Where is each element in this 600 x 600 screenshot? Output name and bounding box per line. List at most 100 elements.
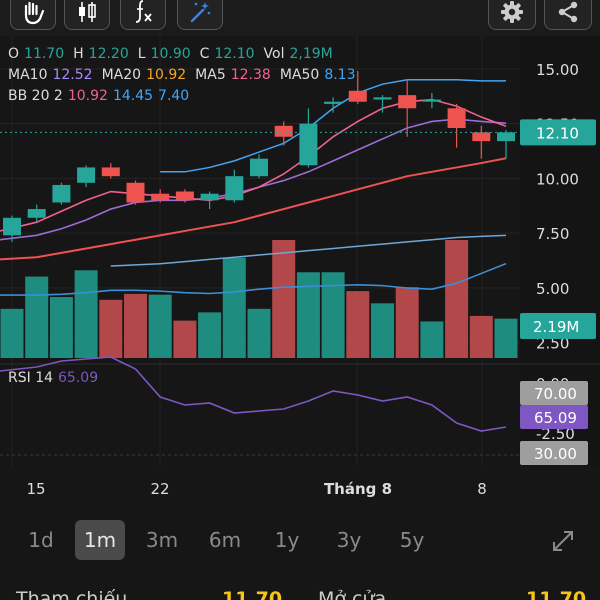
rsi-30-tag-text: 30.00 (534, 445, 577, 463)
volume-bar (148, 294, 172, 358)
bb-legend: BB 20 2 10.92 14.45 7.40 (8, 88, 194, 104)
volume-label: Vol (263, 46, 285, 62)
magic-wand-icon (190, 2, 211, 23)
volume-bar (469, 315, 493, 358)
bb-mid-value: 10.92 (67, 88, 108, 104)
volume-bar (74, 270, 98, 358)
candle-body (447, 108, 466, 128)
volume-bar (173, 320, 197, 358)
stock-chart[interactable]: 15.0012.5010.007.505.002.5012.102.19M0.0… (0, 36, 600, 516)
volume-bar (346, 291, 370, 358)
hand-draw-icon (24, 1, 45, 25)
timeframe-6m[interactable]: 6m (200, 520, 250, 560)
x-axis-tick-label: 8 (477, 480, 487, 498)
timeframe-5y[interactable]: 5y (387, 520, 437, 560)
close-label: C (199, 46, 210, 62)
share-icon (558, 1, 578, 23)
volume-bar (296, 272, 320, 358)
volume-bar (445, 240, 469, 358)
gear-icon (501, 1, 523, 23)
candle-body (175, 191, 194, 201)
volume-bar (49, 297, 73, 358)
auto-analysis-button[interactable] (177, 0, 223, 30)
draw-tool-button[interactable] (10, 0, 56, 30)
candle-body (3, 217, 21, 236)
x-axis-tick-label: Tháng 8 (324, 480, 392, 498)
ma50-value: 8.13 (324, 67, 356, 83)
low-label: L (137, 46, 146, 62)
candle-body (250, 158, 268, 177)
bb-label: BB 20 2 (8, 88, 63, 104)
bb-upper-value: 14.45 (112, 88, 154, 104)
timeframe-1y[interactable]: 1y (262, 520, 312, 560)
rsi-label: RSI 14 (8, 370, 54, 386)
function-fx-icon (135, 0, 152, 23)
open-price-value: 11.70 (526, 588, 587, 600)
volume-bar (395, 287, 419, 358)
open-price-label: Mở cửa (318, 588, 387, 600)
volume-bar (99, 299, 123, 358)
volume-bar (272, 240, 296, 358)
volume-bar (25, 276, 49, 358)
ma10-value: 12.52 (52, 67, 93, 83)
candle-body (348, 90, 367, 102)
ohlc-legend: O 11.70 H 12.20 L 10.90 C 12.10 Vol 2,19M (8, 46, 338, 62)
chart-type-button[interactable] (64, 0, 110, 30)
timeframe-selector: 1d 1m 3m 6m 1y 3y 5y (0, 516, 600, 570)
volume-bar (124, 293, 147, 358)
volume-value: 2,19M (289, 46, 333, 62)
timeframe-3m[interactable]: 3m (137, 520, 187, 560)
timeframe-1d[interactable]: 1d (16, 520, 66, 560)
high-value: 12.20 (88, 46, 129, 62)
ma20-value: 10.92 (146, 67, 187, 83)
candle-body (398, 95, 417, 109)
settings-button[interactable] (488, 0, 536, 30)
volume-bar (0, 308, 24, 358)
low-value: 10.90 (150, 46, 191, 62)
ma-legend: MA10 12.52 MA20 10.92 MA5 12.38 MA50 8.13 (8, 67, 360, 83)
share-button[interactable] (544, 0, 592, 30)
volume-bar (494, 318, 518, 358)
close-value: 12.10 (214, 46, 255, 62)
volume-tag-text: 2.19M (533, 318, 579, 336)
ma5-value: 12.38 (230, 67, 271, 83)
candle-body (497, 132, 515, 142)
price-tick-label: 5.00 (536, 280, 569, 298)
bb-lower-value: 7.40 (158, 88, 190, 104)
timeframe-3y[interactable]: 3y (324, 520, 374, 560)
ma50-label: MA50 (279, 67, 320, 83)
fullscreen-expand-icon[interactable] (550, 528, 576, 554)
candle-body (225, 176, 244, 201)
volume-bar (371, 303, 394, 358)
candle-body (299, 123, 318, 166)
ma10-label: MA10 (8, 67, 48, 83)
indicator-button[interactable] (120, 0, 166, 30)
rsi-70-tag-text: 70.00 (534, 385, 577, 403)
rsi-current-tag-text: 65.09 (534, 409, 577, 427)
high-label: H (73, 46, 84, 62)
rsi-value: 65.09 (58, 370, 99, 386)
x-axis-tick-label: 15 (26, 480, 45, 498)
candle-body (274, 125, 293, 137)
candle-body (472, 132, 491, 142)
candle-body (52, 184, 71, 203)
open-label: O (8, 46, 20, 62)
candle-body (101, 167, 120, 177)
volume-bar (222, 257, 246, 358)
volume-bar (198, 312, 222, 358)
timeframe-1m[interactable]: 1m (75, 520, 125, 560)
candle-body (151, 193, 170, 201)
volume-bar (420, 321, 444, 358)
candle-body (27, 209, 46, 218)
candle-body (422, 99, 441, 102)
candle-body (126, 182, 145, 203)
price-tick-label: 7.50 (536, 225, 569, 243)
candle-body (324, 101, 343, 104)
candle-body (200, 193, 219, 201)
ma20-label: MA20 (101, 67, 142, 83)
chart-toolbar (0, 0, 600, 36)
reference-price-label: Tham chiếu (16, 588, 128, 600)
candlestick-icon (79, 2, 96, 22)
volume-bar (247, 308, 271, 358)
candle-body (77, 167, 96, 183)
